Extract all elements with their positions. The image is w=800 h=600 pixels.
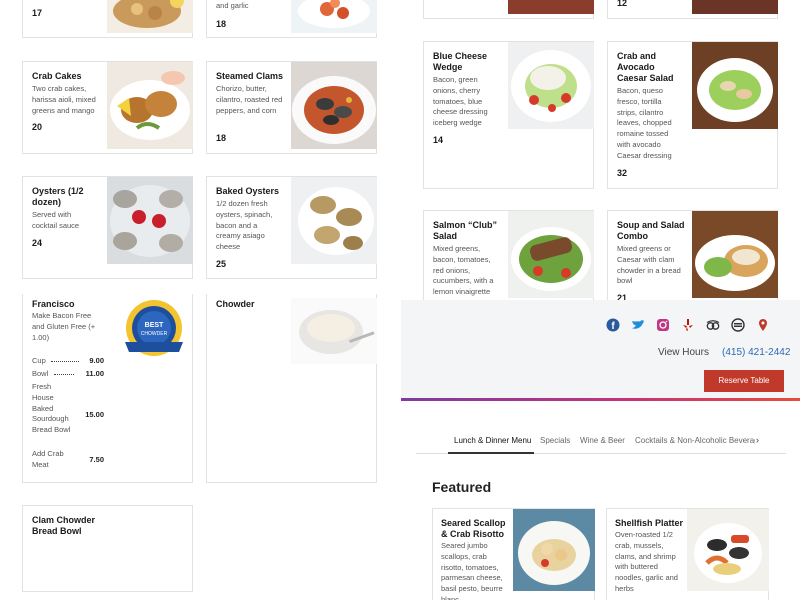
oysters-image [107, 177, 193, 264]
reserve-table-button[interactable]: Reserve Table [704, 370, 784, 392]
scallop-risotto-image [513, 509, 595, 591]
price: 18 [216, 133, 227, 143]
shellfish-platter-image [687, 509, 769, 591]
dish-description: 1/2 dozen fresh oysters, spinach, bacon … [216, 199, 273, 252]
tab-label: Specials [540, 436, 571, 445]
soup-and-salad-image [692, 211, 778, 298]
svg-text:BEST: BEST [145, 322, 164, 329]
opentable-icon[interactable] [731, 318, 745, 332]
dish-title: Francisco [32, 299, 75, 309]
dish-image [508, 0, 594, 14]
reserve-table-label: Reserve Table [718, 376, 770, 385]
dish-title: Oysters (1/2 dozen) [32, 186, 84, 207]
baked-oysters-image [291, 177, 377, 264]
tab-wine-beer[interactable]: Wine & Beer [580, 436, 625, 445]
dish-title: Blue Cheese Wedge [433, 51, 488, 72]
dish-description: Bacon, queso fresco, tortilla strips, ci… [617, 86, 672, 160]
menu-card[interactable]: 17 [22, 0, 193, 38]
menu-card-chowder[interactable]: Chowder [206, 294, 377, 483]
tab-label: Wine & Beer [580, 436, 625, 445]
dish-title: Crab Cakes [32, 71, 82, 81]
tab-label: Cocktails & Non-Alcoholic Beverages [635, 436, 755, 445]
dish-description: Mixed greens or Caesar with clam chowder… [617, 244, 681, 286]
featured-card-shellfish[interactable]: Shellfish Platter Oven-roasted 1/2 crab,… [606, 508, 769, 600]
location-pin-icon[interactable] [756, 318, 770, 332]
dish-title: Steamed Clams [216, 71, 284, 81]
dish-title: Clam Chowder Bread Bowl [32, 515, 96, 536]
menu-card-salmon-club-salad[interactable]: Salmon “Club” Salad Mixed greens, bacon,… [423, 210, 594, 305]
dish-title: Baked Oysters [216, 186, 280, 196]
dish-description: Served with cocktail sauce [32, 210, 80, 230]
dish-title: Soup and Salad Combo [617, 220, 685, 241]
menu-card-steamed-clams[interactable]: Steamed Clams Chorizo, butter, cilantro,… [206, 61, 377, 154]
dish-title: Shellfish Platter [615, 518, 684, 528]
price: 25 [216, 259, 227, 269]
dish-image [107, 0, 193, 33]
price: 20 [32, 122, 43, 132]
svg-text:CHOWDER: CHOWDER [141, 331, 168, 337]
dish-description: Make Bacon Free and Gluten Free (+ 1.00) [32, 311, 96, 342]
dish-title: Salmon “Club” Salad [433, 220, 498, 241]
best-chowder-badge: BEST CHOWDER [121, 298, 187, 362]
dish-description: Two crab cakes, harissa aioli, mixed gre… [32, 84, 96, 115]
steamed-clams-image [291, 62, 377, 149]
dish-description: Seared jumbo scallops, crab risotto, tom… [441, 541, 503, 600]
dish-title: Crab and Avocado Caesar Salad [617, 51, 674, 83]
menu-card-crab-avocado-caesar[interactable]: Crab and Avocado Caesar Salad Bacon, que… [607, 41, 778, 189]
tab-cocktails-clip: Cocktails & Non-Alcoholic Beverages [635, 434, 755, 448]
dish-description: Bacon, green onions, cherry tomatoes, bl… [433, 75, 488, 128]
salmon-club-salad-image [508, 211, 594, 298]
price: 32 [617, 168, 628, 178]
dish-image [692, 0, 778, 14]
tab-label: Lunch & Dinner Menu [454, 436, 532, 445]
phone-link[interactable]: (415) 421-2442 [722, 347, 790, 358]
menu-card-clam-chowder-bread-bowl[interactable]: Clam Chowder Bread Bowl [22, 505, 193, 592]
dish-description: Mixed greens, bacon, tomatoes, red onion… [433, 244, 494, 297]
tab-cocktails[interactable]: Cocktails & Non-Alcoholic Beverages [635, 436, 755, 445]
social-links: f [606, 318, 770, 332]
price: 17 [32, 8, 43, 18]
menu-card-oysters[interactable]: Oysters (1/2 dozen) Served with cocktail… [22, 176, 193, 279]
blue-cheese-wedge-image [508, 42, 594, 129]
crab-cakes-image [107, 62, 193, 149]
dish-description: and garlic [216, 1, 249, 10]
facebook-icon[interactable]: f [606, 318, 620, 332]
active-tab-underline [448, 452, 534, 454]
menu-card[interactable]: 12 [607, 0, 778, 19]
tab-lunch-dinner[interactable]: Lunch & Dinner Menu [454, 436, 531, 445]
menu-card-soup-and-salad-combo[interactable]: Soup and Salad Combo Mixed greens or Cae… [607, 210, 778, 305]
price: 14 [433, 135, 444, 145]
yelp-icon[interactable] [681, 318, 695, 332]
tripadvisor-icon[interactable] [706, 318, 720, 332]
dish-description: Oven-roasted 1/2 crab, mussels, clams, a… [615, 530, 678, 593]
twitter-icon[interactable] [631, 318, 645, 332]
crab-avocado-caesar-image [692, 42, 778, 129]
dish-image [291, 0, 377, 33]
menu-card[interactable] [423, 0, 594, 19]
dish-title: Chowder [216, 299, 255, 309]
menu-card[interactable]: and garlic 18 [206, 0, 377, 38]
menu-card-crab-cakes[interactable]: Crab Cakes Two crab cakes, harissa aioli… [22, 61, 193, 154]
menu-card-chowder[interactable]: Francisco Make Bacon Free and Gluten Fre… [22, 294, 193, 483]
tab-specials[interactable]: Specials [540, 436, 570, 445]
dish-title: Seared Scallop & Crab Risotto [441, 518, 506, 539]
featured-card-scallop[interactable]: Seared Scallop & Crab Risotto Seared jum… [432, 508, 595, 600]
brand-gradient-bar [401, 398, 800, 401]
price: 12 [617, 0, 628, 8]
price: 24 [32, 238, 43, 248]
view-hours-link[interactable]: View Hours [658, 347, 709, 358]
chowder-image [291, 298, 377, 364]
dish-description: Chorizo, butter, cilantro, roasted red p… [216, 84, 283, 115]
featured-heading: Featured [432, 479, 492, 495]
chevron-right-icon[interactable]: › [756, 435, 759, 445]
price: 18 [216, 19, 227, 29]
instagram-icon[interactable] [656, 318, 670, 332]
menu-card-blue-cheese-wedge[interactable]: Blue Cheese Wedge Bacon, green onions, c… [423, 41, 594, 189]
menu-card-baked-oysters[interactable]: Baked Oysters 1/2 dozen fresh oysters, s… [206, 176, 377, 279]
